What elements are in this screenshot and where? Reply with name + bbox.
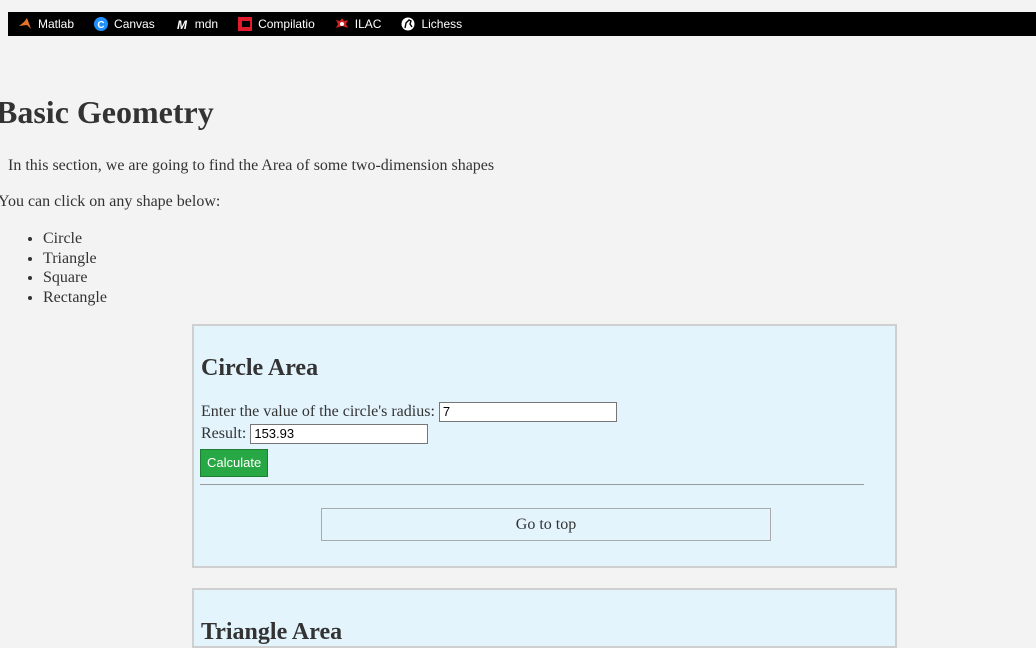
page-content: Basic Geometry In this section, we are g… bbox=[0, 0, 1036, 648]
instruction-text: You can click on any shape below: bbox=[0, 193, 221, 210]
radius-input[interactable]: 7 bbox=[438, 402, 617, 422]
shape-link-square[interactable]: Square bbox=[43, 268, 107, 288]
radius-label: Enter the value of the circle's radius: bbox=[201, 403, 435, 420]
go-to-top-button[interactable]: Go to top bbox=[321, 508, 771, 541]
triangle-area-card: Triangle Area bbox=[192, 588, 897, 648]
intro-text: In this section, we are going to find th… bbox=[8, 157, 495, 174]
shape-link-triangle[interactable]: Triangle bbox=[43, 249, 107, 269]
triangle-area-heading: Triangle Area bbox=[201, 619, 343, 645]
radius-row: Enter the value of the circle's radius: … bbox=[201, 401, 617, 423]
shape-link-rectangle[interactable]: Rectangle bbox=[43, 288, 107, 308]
shape-link-circle[interactable]: Circle bbox=[43, 229, 107, 249]
calculate-button[interactable]: Calculate bbox=[200, 449, 269, 477]
circle-area-heading: Circle Area bbox=[201, 355, 319, 381]
page-title: Basic Geometry bbox=[0, 94, 214, 130]
divider bbox=[200, 484, 864, 485]
circle-area-card: Circle Area Enter the value of the circl… bbox=[192, 324, 897, 568]
result-row: Result: 153.93 bbox=[201, 423, 429, 445]
shape-list: Circle Triangle Square Rectangle bbox=[8, 229, 107, 307]
result-label: Result: bbox=[201, 425, 247, 442]
result-field[interactable]: 153.93 bbox=[250, 424, 429, 444]
